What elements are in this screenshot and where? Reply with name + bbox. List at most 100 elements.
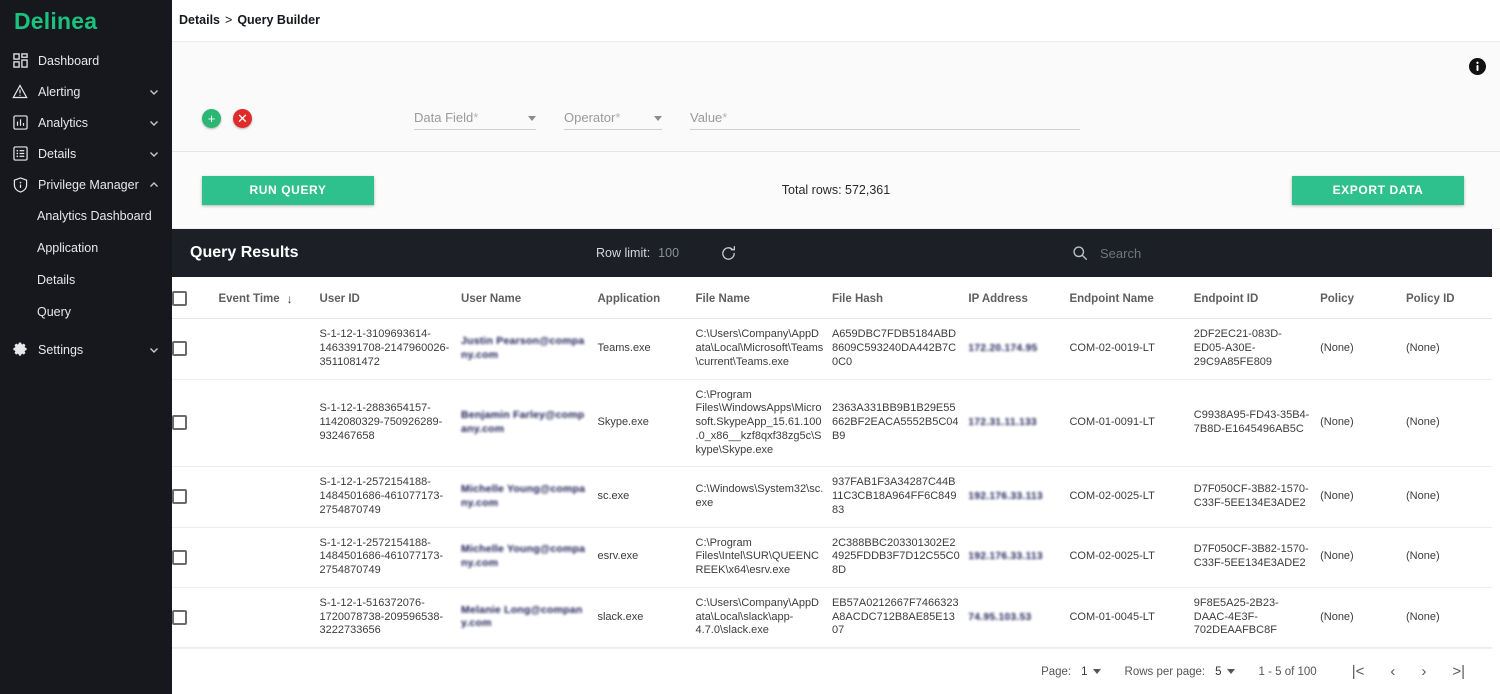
row-limit-input[interactable]: 100 (658, 246, 714, 261)
chevron-down-icon[interactable] (654, 115, 662, 121)
column-header-user-id[interactable]: User ID (319, 277, 462, 320)
cell-file-name: C:\Windows\System32\sc.exe (695, 466, 832, 528)
cell-user-id: S-1-12-1-2572154188-1484501686-461077173… (319, 466, 462, 528)
cell-event-time (218, 527, 320, 588)
column-header-policy-id[interactable]: Policy ID (1406, 277, 1492, 320)
table-row[interactable]: S-1-12-1-3109693614-1463391708-214796002… (172, 318, 1492, 380)
remove-condition-button[interactable]: ✕ (233, 108, 252, 128)
cell-endpoint-id: 9F8E5A25-2B23-DAAC-4E3F-702DEAAFBC8F (1193, 587, 1321, 648)
cell-endpoint-name: COM-01-0045-LT (1069, 587, 1194, 648)
row-select-checkbox[interactable] (172, 489, 187, 505)
search-icon[interactable] (1072, 245, 1088, 261)
data-field-required: * (473, 109, 479, 125)
sidebar-item-details[interactable]: Details (0, 138, 172, 169)
first-page-button[interactable]: |< (1339, 664, 1378, 679)
cell-ip-address: 192.176.33.113 (968, 527, 1070, 588)
cell-event-time (218, 466, 320, 528)
info-icon[interactable] (1469, 57, 1486, 75)
sidebar-subitem-details[interactable]: Details (0, 264, 172, 296)
table-row[interactable]: S-1-12-1-516372076-1720078738-209596538-… (172, 587, 1492, 648)
refresh-icon[interactable] (720, 245, 737, 262)
sidebar-subitem-application[interactable]: Application (0, 232, 172, 264)
select-all-checkbox[interactable] (172, 291, 187, 307)
operator-select[interactable]: Operator* (564, 105, 662, 130)
alert-triangle-icon (8, 83, 32, 101)
data-field-select[interactable]: Data Field* (414, 105, 536, 130)
results-table-scroll: Event Time ↓ User ID User Name Applicati… (172, 277, 1492, 648)
sidebar-item-privilege-manager[interactable]: Privilege Manager (0, 169, 172, 200)
operator-label: Operator (564, 109, 616, 125)
sort-descending-icon[interactable]: ↓ (287, 292, 293, 306)
cell-user-name: Michelle Young@company.com (461, 527, 598, 588)
last-page-button[interactable]: >| (1439, 664, 1478, 679)
chevron-down-icon[interactable] (148, 344, 160, 356)
cell-endpoint-id: 2DF2EC21-083D-ED05-A30E-29C9A85FE809 (1193, 318, 1321, 380)
chevron-down-icon[interactable] (148, 117, 160, 129)
column-header-file-name[interactable]: File Name (695, 277, 832, 320)
sidebar-item-dashboard[interactable]: Dashboard (0, 45, 172, 76)
value-input[interactable]: Value* (690, 105, 1080, 130)
table-row[interactable]: S-1-12-1-2883654157-1142080329-750926289… (172, 379, 1492, 468)
table-body: S-1-12-1-3109693614-1463391708-214796002… (172, 318, 1492, 648)
results-wrapper: Query Results Row limit: 100 Search Even… (172, 229, 1500, 694)
column-header-ip-address[interactable]: IP Address (968, 277, 1070, 320)
column-header-file-hash[interactable]: File Hash (831, 277, 969, 320)
cell-endpoint-name: COM-02-0025-LT (1069, 527, 1194, 588)
cell-file-hash: EB57A0212667F7466323A8ACDC712B8AE85E1307 (831, 587, 969, 648)
cell-user-id: S-1-12-1-3109693614-1463391708-214796002… (319, 318, 462, 380)
table-row[interactable]: S-1-12-1-2572154188-1484501686-461077173… (172, 466, 1492, 528)
rows-per-page-select[interactable]: 5 (1205, 666, 1235, 678)
next-page-button[interactable]: › (1408, 664, 1439, 679)
pagination-range: 1 - 5 of 100 (1258, 665, 1317, 678)
table-row[interactable]: S-1-12-1-2572154188-1484501686-461077173… (172, 527, 1492, 588)
chevron-down-icon[interactable] (148, 86, 160, 98)
cell-endpoint-id: D7F050CF-3B82-1570-C33F-5EE134E3ADE2 (1193, 466, 1321, 528)
row-select-checkbox[interactable] (172, 609, 187, 625)
row-select-checkbox[interactable] (172, 341, 187, 357)
chevron-down-icon[interactable] (148, 148, 160, 160)
column-header-policy[interactable]: Policy (1320, 277, 1406, 320)
column-header-endpoint-name[interactable]: Endpoint Name (1069, 277, 1194, 320)
chevron-up-icon[interactable] (148, 179, 160, 191)
sidebar-subitem-query[interactable]: Query (0, 296, 172, 328)
column-header-endpoint-id[interactable]: Endpoint ID (1193, 277, 1321, 320)
column-header-user-name[interactable]: User Name (461, 277, 598, 320)
cell-file-hash: 2C388BBC203301302E24925FDDB3F7D12C55C08D (831, 527, 969, 588)
page-value: 1 (1081, 665, 1088, 678)
column-header-event-time[interactable]: Event Time ↓ (218, 277, 320, 320)
chevron-down-icon[interactable] (528, 115, 536, 121)
cell-policy: (None) (1320, 527, 1406, 588)
action-bar: RUN QUERY Total rows: 572,361 EXPORT DAT… (172, 151, 1500, 230)
cell-user-name: Benjamin Farley@company.com (461, 379, 598, 468)
cell-application: Teams.exe (597, 318, 696, 380)
dashboard-icon (8, 52, 32, 70)
add-condition-button[interactable]: + (202, 108, 221, 128)
run-query-button[interactable]: RUN QUERY (202, 175, 374, 205)
search-group[interactable]: Search (1072, 245, 1141, 261)
operator-required: * (615, 109, 621, 125)
list-icon (8, 145, 32, 163)
previous-page-button[interactable]: ‹ (1377, 664, 1408, 679)
sidebar-item-settings[interactable]: Settings (0, 334, 172, 365)
breadcrumb-parent[interactable]: Details (179, 13, 220, 27)
sidebar-item-alerting[interactable]: Alerting (0, 76, 172, 107)
column-header-application[interactable]: Application (597, 277, 696, 320)
column-label: Event Time (218, 292, 280, 305)
row-select-checkbox-cell (172, 527, 219, 588)
bar-chart-icon (8, 114, 32, 132)
row-select-checkbox[interactable] (172, 549, 187, 565)
sidebar-item-analytics[interactable]: Analytics (0, 107, 172, 138)
chevron-down-icon[interactable] (1226, 669, 1235, 674)
cell-application: Skype.exe (597, 379, 696, 468)
sidebar-subitem-analytics-dashboard[interactable]: Analytics Dashboard (0, 200, 172, 232)
query-results-card: Query Results Row limit: 100 Search Even… (172, 229, 1492, 694)
search-input[interactable]: Search (1100, 246, 1141, 261)
data-field-label: Data Field (414, 109, 474, 125)
export-data-button[interactable]: EXPORT DATA (1292, 175, 1464, 205)
chevron-down-icon[interactable] (1092, 669, 1101, 674)
cell-policy-id: (None) (1406, 587, 1492, 648)
page-select[interactable]: 1 (1071, 665, 1101, 678)
row-select-checkbox[interactable] (172, 415, 187, 431)
cell-user-name-redacted: Michelle Young@company.com (461, 483, 586, 509)
sidebar-item-label: Details (38, 146, 77, 161)
